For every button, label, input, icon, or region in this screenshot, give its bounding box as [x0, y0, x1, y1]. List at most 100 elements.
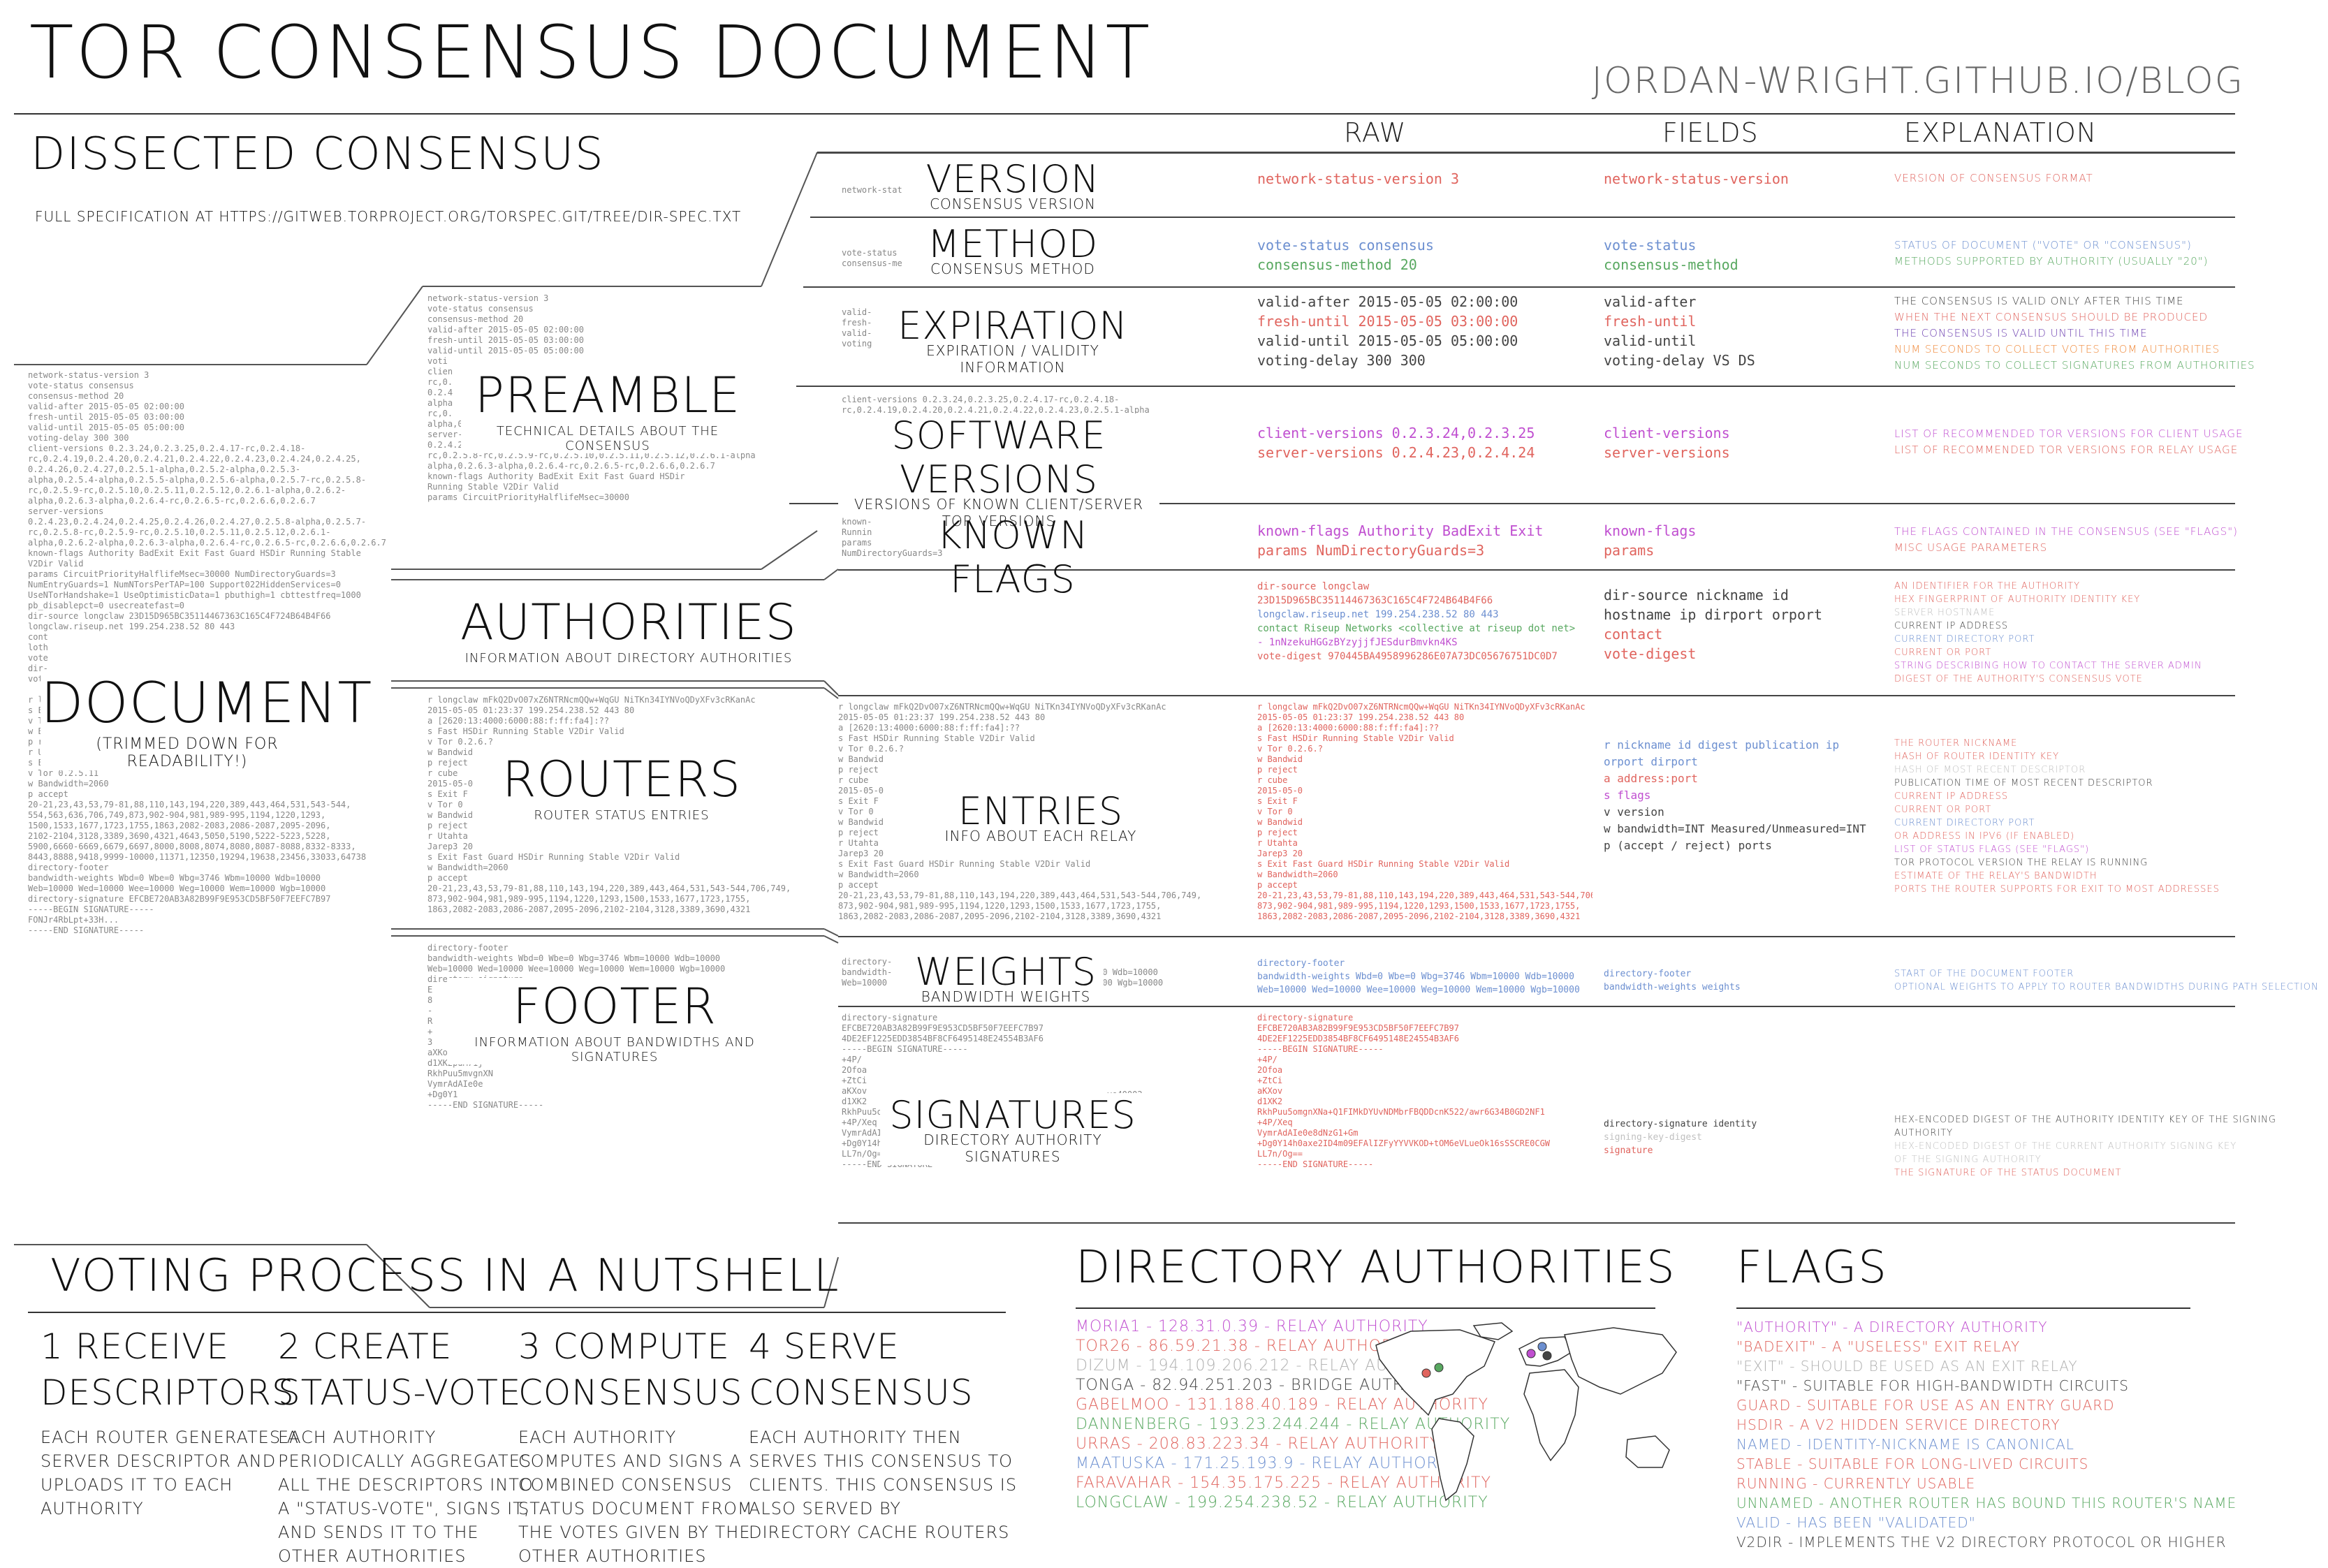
flags-raw-line: params NumDirectoryGuards=3: [1257, 542, 1485, 559]
signatures-explanation-line: HEX-ENCODED DIGEST OF THE CURRENT AUTHOR…: [1894, 1141, 2237, 1152]
expiration-field-line: valid-after: [1604, 293, 1697, 310]
expiration-explanation-line: NUM SECONDS TO COLLECT VOTES FROM AUTHOR…: [1894, 343, 2220, 356]
world-map: [1375, 1322, 1677, 1502]
authorities-explanation: AN IDENTIFIER FOR THE AUTHORITY HEX FINGE…: [1894, 580, 2202, 686]
band-routers: [838, 695, 2235, 696]
expiration-raw-line: fresh-until 2015-05-05 03:00:00: [1257, 313, 1518, 330]
step-4-body: EACH AUTHORITY THEN SERVES THIS CONSENSU…: [749, 1428, 1018, 1542]
method-sub: CONSENSUS METHOD: [930, 261, 1095, 277]
method-raw: vote-status consensus consensus-method 20: [1257, 235, 1434, 274]
weights-label: WEIGHTS BANDWIDTH WEIGHTS: [908, 950, 1104, 1005]
voting-title: VOTING PROCESS IN A NUTSHELL: [50, 1250, 840, 1302]
flag-item: "AUTHORITY" - A DIRECTORY AUTHORITY: [1736, 1319, 2048, 1335]
map-dot-usa-east: [1434, 1363, 1444, 1372]
footer-label: FOOTER INFORMATION ABOUT BANDWIDTHS AND …: [447, 978, 782, 1064]
entries-explanation-line: THE ROUTER NICKNAME: [1894, 738, 2018, 749]
weights-sub: BANDWIDTH WEIGHTS: [921, 988, 1091, 1005]
step-3-head: 3 COMPUTE CONSENSUS: [518, 1326, 743, 1413]
authorities-raw-line: - 1nNzekuHGGzBYzyjjfJESdurBmvkn4KS: [1257, 637, 1458, 648]
entries-field-line: r nickname id digest publication ip: [1604, 738, 1840, 752]
entries-raw: r longclaw mFkQ2DvO07xZ6NTRNcmQQw+WqGU N…: [1257, 702, 1593, 921]
step-4-head: 4 SERVE CONSENSUS: [749, 1326, 974, 1413]
entries-explanation-line: TOR PROTOCOL VERSION THE RELAY IS RUNNIN…: [1894, 858, 2148, 868]
signatures-explanation-line: THE SIGNATURE OF THE STATUS DOCUMENT: [1894, 1168, 2122, 1178]
weights-explanation: START OF THE DOCUMENT FOOTER OPTIONAL WEI…: [1894, 967, 2319, 994]
step-3-body: EACH AUTHORITY COMPUTES AND SIGNS A COMB…: [518, 1428, 753, 1566]
flag-item: RUNNING - CURRENTLY USABLE: [1736, 1475, 1976, 1492]
dir-auth-title: DIRECTORY AUTHORITIES: [1076, 1242, 1676, 1294]
flag-item: VALID - HAS BEEN "VALIDATED": [1736, 1514, 1976, 1531]
band-software: [796, 386, 2235, 387]
map-dot-europe-west: [1526, 1349, 1536, 1358]
authorities-raw-line: longclaw.riseup.net 199.254.238.52 80 44…: [1257, 609, 1499, 620]
expiration-left: valid- fresh- valid- voting: [842, 307, 872, 349]
expiration-explanation-line: WHEN THE NEXT CONSENSUS SHOULD BE PRODUC…: [1894, 311, 2209, 323]
step-2-body: EACH AUTHORITY PERIODICALLY AGGREGATES A…: [278, 1428, 534, 1566]
expiration-field-line: voting-delay VS DS: [1604, 352, 1755, 369]
authorities-raw-line: contact Riseup Networks <collective at r…: [1257, 623, 1576, 634]
flag-item: "BADEXIT" - A "USELESS" EXIT RELAY: [1736, 1338, 2021, 1355]
method-explanation: STATUS OF DOCUMENT ("VOTE" OR "CONSENSUS…: [1894, 237, 2209, 270]
flag-item: NAMED - IDENTITY-NICKNAME IS CANONICAL: [1736, 1436, 2074, 1453]
entries-explanation-line: CURRENT OR PORT: [1894, 805, 1992, 815]
expiration-raw-line: valid-until 2015-05-05 05:00:00: [1257, 332, 1518, 349]
preamble-label: PREAMBLE TECHNICAL DETAILS ABOUT THE CON…: [461, 367, 754, 453]
entries-explanation-line: HASH OF ROUTER IDENTITY KEY: [1894, 752, 2060, 762]
entries-field-line: s flags: [1604, 789, 1651, 802]
weights-explanation-line: OPTIONAL WEIGHTS TO APPLY TO ROUTER BAND…: [1894, 982, 2319, 992]
version-explanation-line: VERSION OF CONSENSUS FORMAT: [1894, 172, 2093, 184]
step-1-head: 1 RECEIVE DESCRIPTORS: [41, 1326, 295, 1413]
authorities-explanation-line: SERVER HOSTNAME: [1894, 608, 1996, 618]
entries-field-line: p (accept / reject) ports: [1604, 839, 1772, 852]
expiration-raw-line: valid-after 2015-05-05 02:00:00: [1257, 293, 1518, 310]
authorities-explanation-line: AN IDENTIFIER FOR THE AUTHORITY: [1894, 581, 2081, 592]
method-explanation-line: METHODS SUPPORTED BY AUTHORITY (USUALLY …: [1894, 255, 2209, 268]
dir-auth-divider: [1076, 1307, 1655, 1309]
step-2-head: 2 CREATE STATUS-VOTE: [278, 1326, 522, 1413]
software-raw-line: client-versions 0.2.3.24,0.2.3.25: [1257, 425, 1535, 441]
authorities-label: AUTHORITIES INFORMATION ABOUT DIRECTORY …: [447, 594, 810, 666]
voting-step-3: 3 COMPUTE CONSENSUS EACH AUTHORITY COMPU…: [518, 1324, 753, 1568]
signatures-field-line: signature: [1604, 1145, 1653, 1156]
entries-explanation-line: PUBLICATION TIME OF MOST RECENT DESCRIPT…: [1894, 778, 2153, 789]
flags-explanation: THE FLAGS CONTAINED IN THE CONSENSUS (SE…: [1894, 524, 2238, 556]
method-left: vote-status consensus-me: [842, 248, 902, 268]
flags-field-line: params: [1604, 542, 1655, 559]
method-explanation-line: STATUS OF DOCUMENT ("VOTE" OR "CONSENSUS…: [1894, 239, 2192, 251]
entries-explanation-line: OR ADDRESS IN IPV6 (IF ENABLED): [1894, 831, 2075, 842]
entries-explanation-line: PORTS THE ROUTER SUPPORTS FOR EXIT TO MO…: [1894, 884, 2220, 895]
band-end: [838, 1222, 2235, 1224]
version-raw-line: network-status-version 3: [1257, 170, 1459, 187]
weights-fields: directory-footer bandwidth-weights weigh…: [1604, 969, 1741, 992]
version-label: VERSION CONSENSUS VERSION: [908, 157, 1118, 212]
entries-explanation-line: HASH OF MOST RECENT DESCRIPTOR: [1894, 765, 2086, 775]
version-title: VERSION: [925, 157, 1100, 201]
expiration-fields: valid-after fresh-until valid-until voting-…: [1604, 292, 1755, 370]
routers-sub: ROUTER STATUS ENTRIES: [534, 808, 710, 823]
entries-field-line: w bandwidth=INT Measured/Unmeasured=INT: [1604, 822, 1866, 835]
authorities-explanation-line: CURRENT DIRECTORY PORT: [1894, 634, 2035, 645]
footer-title: FOOTER: [512, 978, 717, 1035]
entries-field-line: orport dirport: [1604, 755, 1698, 768]
entries-field-line: v version: [1604, 805, 1664, 819]
flags-field-line: known-flags: [1604, 522, 1697, 539]
expiration-field-line: valid-until: [1604, 332, 1697, 349]
band-expiration: [803, 286, 2235, 288]
authorities-field-line: hostname ip dirport orport: [1604, 606, 1823, 623]
software-raw: client-versions 0.2.3.24,0.2.3.25 server-…: [1257, 423, 1535, 462]
band-method: [810, 217, 2235, 218]
flags-label: KNOWN FLAGS: [880, 513, 1145, 601]
version-explanation: VERSION OF CONSENSUS FORMAT: [1894, 170, 2093, 186]
method-raw-line: consensus-method 20: [1257, 256, 1417, 273]
expiration-label: EXPIRATION EXPIRATION / VALIDITY INFORMA…: [880, 304, 1145, 376]
africa: [1523, 1369, 1579, 1462]
footer-sub: INFORMATION ABOUT BANDWIDTHS AND SIGNATU…: [474, 1035, 755, 1064]
routers-label: ROUTERS ROUTER STATUS ENTRIES: [475, 751, 768, 823]
north-america: [1375, 1329, 1496, 1416]
version-raw: network-status-version 3: [1257, 169, 1459, 189]
routers-title: ROUTERS: [502, 751, 742, 808]
expiration-field-line: fresh-until: [1604, 313, 1697, 330]
preamble-sub: TECHNICAL DETAILS ABOUT THE CONSENSUS: [496, 424, 719, 453]
authorities-field-line: dir-source nickname id: [1604, 587, 1789, 603]
preamble-title: PREAMBLE: [474, 367, 741, 424]
